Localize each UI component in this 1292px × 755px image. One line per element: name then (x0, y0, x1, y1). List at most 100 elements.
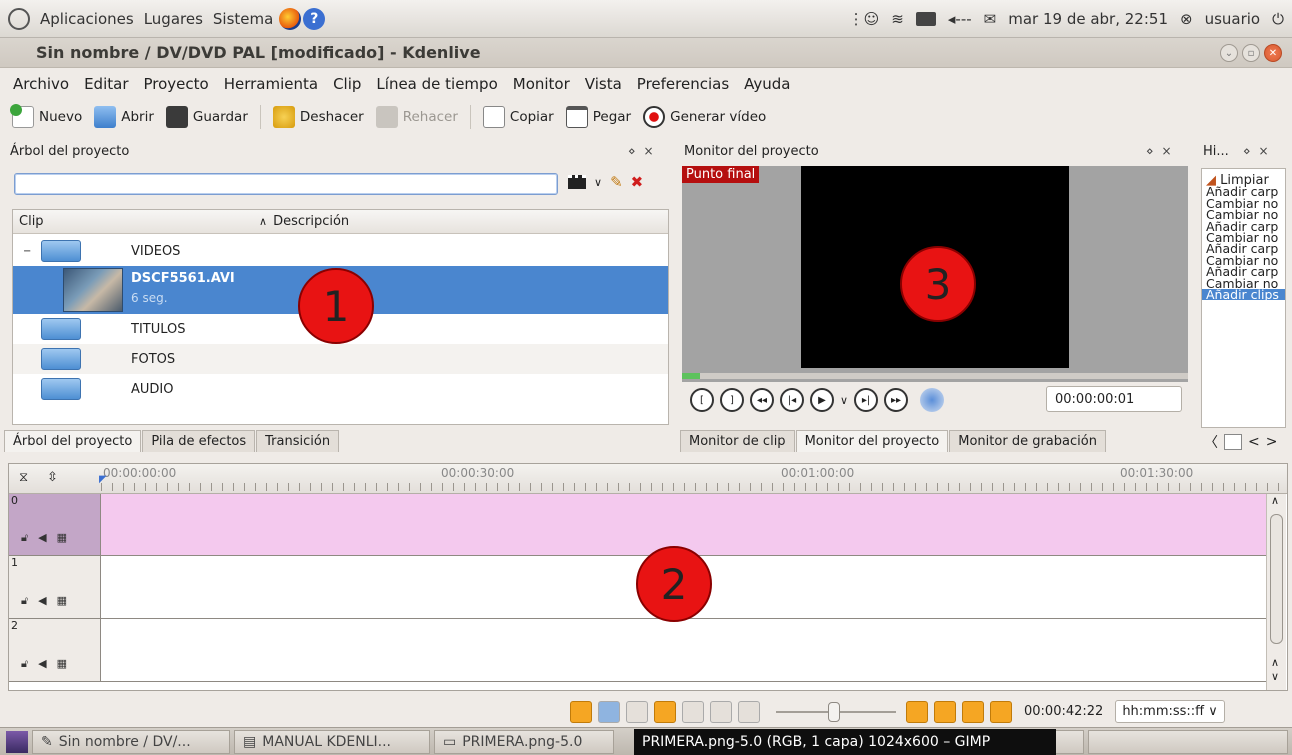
track-controls[interactable]: 🔓︎◀︎▦ (21, 531, 77, 545)
project-tree-dock-controls[interactable]: ⋄× (628, 144, 662, 158)
selection-tool-icon[interactable] (654, 700, 676, 723)
col-clip-header[interactable]: Clip (19, 214, 259, 229)
timecode-format-select[interactable]: hh:mm:ss::ff ∨ (1115, 700, 1225, 723)
menu-editar[interactable]: Editar (84, 75, 128, 93)
edit-clip-icon[interactable]: ✎ (610, 173, 623, 191)
col-descripcion-header[interactable]: Descripción (273, 214, 349, 229)
nuevo-button[interactable]: Nuevo (10, 104, 82, 128)
show-video-icon[interactable] (906, 700, 928, 723)
tab-transicion[interactable]: Transición (256, 430, 340, 452)
zoom-slider-handle[interactable] (828, 701, 840, 722)
monitor-ruler[interactable] (682, 373, 1188, 379)
tab-pila-efectos[interactable]: Pila de efectos (142, 430, 256, 452)
track-height-icon[interactable]: ⇳ (47, 470, 58, 485)
tab-monitor-grabacion[interactable]: Monitor de grabación (949, 430, 1106, 452)
tab-arbol-proyecto[interactable]: Árbol del proyecto (4, 430, 142, 452)
project-search-input[interactable] (14, 173, 558, 195)
menu-archivo[interactable]: Archivo (13, 75, 69, 93)
set-zone-start-icon[interactable]: [ (690, 388, 714, 412)
rewind-frame-icon[interactable]: |◂ (780, 388, 804, 412)
markers-icon[interactable] (626, 700, 648, 723)
wifi-icon[interactable]: ≋ (891, 10, 904, 28)
minimize-icon[interactable]: ⌄ (1220, 44, 1238, 62)
tree-folder-audio[interactable]: AUDIO (13, 374, 668, 404)
rehacer-button[interactable]: Rehacer (375, 106, 458, 128)
audio-thumbnails-icon[interactable] (598, 700, 620, 723)
pegar-button[interactable]: Pegar (565, 106, 631, 128)
set-zone-end-icon[interactable]: ] (720, 388, 744, 412)
menu-linea-tiempo[interactable]: Línea de tiempo (376, 75, 497, 93)
show-markers-icon[interactable] (962, 700, 984, 723)
chevron-down-icon[interactable]: ∨ (840, 394, 848, 407)
sort-up-icon[interactable]: ∧ (259, 215, 267, 228)
chevron-down-icon[interactable]: ∨ (594, 176, 602, 189)
tree-folder-fotos[interactable]: FOTOS (13, 344, 668, 374)
menu-sistema[interactable]: Sistema (213, 10, 273, 28)
deshacer-button[interactable]: Deshacer (272, 106, 364, 128)
fit-zoom-icon[interactable] (738, 700, 760, 723)
gnome-foot-icon[interactable] (8, 7, 30, 30)
history-tab[interactable] (1224, 434, 1242, 450)
show-desktop-icon[interactable] (6, 730, 28, 753)
menu-proyecto[interactable]: Proyecto (144, 75, 209, 93)
delete-clip-icon[interactable]: ✖ (631, 173, 644, 191)
track-header-0[interactable]: 0 🔓︎◀︎▦ (9, 494, 101, 556)
tree-folder-videos[interactable]: − VIDEOS (13, 236, 668, 266)
menu-clip[interactable]: Clip (333, 75, 361, 93)
menu-aplicaciones[interactable]: Aplicaciones (40, 10, 134, 28)
volume-icon[interactable]: ◂--- (948, 10, 972, 28)
scroll-up-icon[interactable]: ∧ (1271, 494, 1279, 507)
timeline-ruler[interactable]: ⧖ ⇳ 00:00:00:00 00:00:30:00 00:01:00:00 … (9, 464, 1287, 494)
playhead-icon[interactable]: ◤ (99, 474, 107, 485)
spacer-tool-icon[interactable] (710, 700, 732, 723)
track-body-2[interactable] (101, 619, 1266, 682)
copiar-button[interactable]: Copiar (482, 106, 554, 128)
zoom-slider[interactable] (776, 701, 896, 722)
timeline-vertical-scrollbar[interactable]: ∧ ∧ ∨ (1266, 494, 1286, 690)
tab-next-icon[interactable]: > (1266, 434, 1278, 450)
monitor-settings-icon[interactable] (920, 388, 945, 412)
zoom-fit-icon[interactable]: ⧖ (19, 470, 28, 485)
history-dock-controls[interactable]: ⋄× (1243, 144, 1277, 158)
task-manual[interactable]: ▤ MANUAL KDENLI... (234, 729, 430, 754)
help-icon[interactable]: ? (303, 7, 326, 30)
collapse-icon[interactable]: − (23, 246, 31, 257)
forward-icon[interactable]: ▸▸ (884, 388, 909, 412)
generar-video-button[interactable]: Generar vídeo (643, 106, 766, 128)
scroll-up-icon[interactable]: ∧ (1271, 656, 1279, 669)
scroll-left-icon[interactable]: 〈 (1204, 432, 1218, 452)
track-controls[interactable]: 🔓︎◀︎▦ (21, 594, 77, 608)
show-audio-icon[interactable] (934, 700, 956, 723)
task-primera[interactable]: ▭ PRIMERA.png-5.0 (434, 729, 614, 754)
menu-herramienta[interactable]: Herramienta (224, 75, 318, 93)
play-icon[interactable]: ▶ (810, 388, 834, 412)
track-controls[interactable]: 🔓︎◀︎▦ (21, 657, 77, 671)
battery-icon[interactable] (915, 12, 936, 26)
scroll-down-icon[interactable]: ∨ (1271, 670, 1279, 683)
tab-monitor-proyecto[interactable]: Monitor del proyecto (795, 430, 949, 452)
firefox-icon[interactable] (279, 7, 302, 30)
mail-icon[interactable]: ✉ (984, 10, 997, 28)
add-clip-icon[interactable] (568, 175, 586, 189)
history-item-selected[interactable]: Añadir clips (1202, 288, 1285, 301)
forward-frame-icon[interactable]: ▸| (854, 388, 879, 412)
track-header-2[interactable]: 2 🔓︎◀︎▦ (9, 619, 101, 682)
menu-ayuda[interactable]: Ayuda (744, 75, 790, 93)
snap-icon[interactable] (990, 700, 1012, 723)
task-empty[interactable] (1088, 729, 1288, 754)
task-kdenlive[interactable]: ✎ Sin nombre / DV/... (32, 729, 230, 754)
monitor-dock-controls[interactable]: ⋄× (1146, 144, 1180, 158)
rewind-icon[interactable]: ◂◂ (750, 388, 774, 412)
tab-prev-icon[interactable]: < (1248, 434, 1260, 450)
razor-tool-icon[interactable] (682, 700, 704, 723)
power-icon[interactable]: ⏻ (1272, 10, 1284, 28)
abrir-button[interactable]: Abrir (94, 106, 154, 128)
close-window-icon[interactable]: ✕ (1264, 44, 1282, 62)
network-icon[interactable]: ⋮☺ (849, 10, 880, 28)
tab-monitor-clip[interactable]: Monitor de clip (680, 430, 795, 452)
scroll-thumb[interactable] (1270, 514, 1283, 644)
video-thumbnails-icon[interactable] (570, 700, 592, 723)
menu-preferencias[interactable]: Preferencias (637, 75, 729, 93)
maximize-icon[interactable]: ▫ (1242, 44, 1260, 62)
clock[interactable]: mar 19 de abr, 22:51 (1008, 10, 1168, 28)
